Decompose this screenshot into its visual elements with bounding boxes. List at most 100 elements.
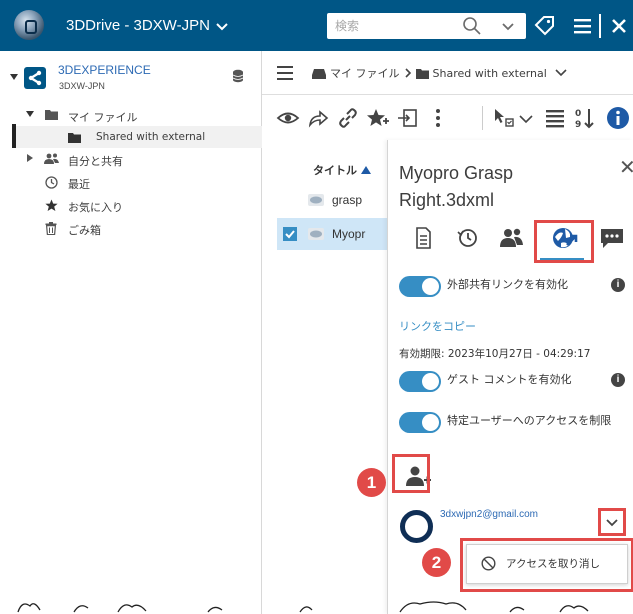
column-header-title[interactable]: タイトル <box>313 162 371 178</box>
caret-right-icon[interactable] <box>27 154 33 162</box>
action-toolbar: 09 <box>262 96 633 140</box>
sidebar: 3DEXPERIENCE 3DXW-JPN マイ ファイル Shared wit… <box>0 51 262 614</box>
file-row-selected[interactable]: Myopr <box>277 218 387 250</box>
tab-history-icon[interactable] <box>453 223 483 253</box>
panel-title: Myopro Grasp Right.3dxml <box>399 163 514 210</box>
sort-ascending-icon <box>361 166 371 174</box>
guest-comment-toggle-row: ゲスト コメントを有効化 i <box>399 371 625 392</box>
close-panel-icon[interactable]: ✕ <box>619 155 633 180</box>
platform-subtitle: 3DXW-JPN <box>59 81 105 91</box>
favorite-add-icon[interactable] <box>366 106 390 130</box>
tree-item-shared-with-me[interactable]: 自分と共有 <box>0 149 262 171</box>
row-checkbox[interactable] <box>283 227 297 241</box>
tree-item-favorites[interactable]: お気に入り <box>0 195 262 217</box>
tree-item-label: 自分と共有 <box>68 155 123 168</box>
external-link-toggle-row: 外部共有リンクを有効化 i <box>399 276 625 297</box>
chevron-down-icon[interactable] <box>555 69 567 77</box>
divider <box>599 14 601 38</box>
caret-down-icon[interactable] <box>26 111 34 117</box>
tree-item-label: Shared with external <box>96 131 206 143</box>
clock-icon <box>45 176 58 189</box>
search-icon[interactable] <box>462 16 482 36</box>
search-scope-chevron-icon[interactable] <box>497 16 519 36</box>
search-input[interactable] <box>335 14 453 38</box>
folder-icon <box>68 133 81 143</box>
tab-members-icon[interactable] <box>496 223 526 253</box>
tree-item-trash[interactable]: ごみ箱 <box>0 218 262 240</box>
tree-item-label: 最近 <box>68 178 90 191</box>
breadcrumb-bar: マイ ファイル Shared with external <box>262 51 633 95</box>
highlight-box <box>598 508 626 536</box>
file-name: Myopr <box>332 227 366 241</box>
user-email: 3dxwjpn2@gmail.com <box>440 509 538 520</box>
highlight-box <box>534 220 594 263</box>
toolbar-divider <box>482 106 483 130</box>
share-arrow-icon[interactable] <box>306 106 330 130</box>
hamburger-icon[interactable] <box>277 66 293 80</box>
select-mode-icon[interactable] <box>492 106 516 130</box>
tree-item-label: お気に入り <box>68 201 123 214</box>
selection-indicator <box>12 124 16 148</box>
external-link-toggle[interactable] <box>399 276 441 297</box>
platform-header[interactable]: 3DEXPERIENCE 3DXW-JPN <box>0 51 262 97</box>
tag-icon[interactable] <box>532 13 558 39</box>
svg-text:0: 0 <box>575 109 581 119</box>
folder-icon <box>415 68 429 79</box>
tree-item-shared-with-external[interactable]: Shared with external <box>16 126 262 148</box>
platform-share-icon <box>24 67 46 89</box>
external-link-label: 外部共有リンクを有効化 <box>447 278 568 291</box>
more-vertical-icon[interactable] <box>426 106 450 130</box>
breadcrumb-root[interactable]: マイ ファイル <box>330 65 400 81</box>
guest-comment-label: ゲスト コメントを有効化 <box>447 373 572 386</box>
avatar <box>400 510 433 543</box>
caret-down-icon[interactable] <box>10 74 18 80</box>
star-icon <box>45 199 58 211</box>
close-icon[interactable] <box>606 13 632 39</box>
platform-title: 3DEXPERIENCE <box>58 63 151 77</box>
tree-item-label: ごみ箱 <box>68 224 101 237</box>
eye-icon[interactable] <box>276 106 300 130</box>
info-icon[interactable] <box>606 106 630 130</box>
step-badge-2: 2 <box>422 548 451 577</box>
list-menu-icon[interactable] <box>570 13 596 39</box>
list-view-icon[interactable] <box>543 106 567 130</box>
users-icon <box>44 153 59 164</box>
tree-item-recent[interactable]: 最近 <box>0 172 262 194</box>
step-badge-1: 1 <box>357 468 386 497</box>
link-icon[interactable] <box>336 106 360 130</box>
restrict-access-toggle[interactable] <box>399 412 441 433</box>
breadcrumb-current[interactable]: Shared with external <box>433 67 547 80</box>
move-to-icon[interactable] <box>396 106 420 130</box>
expiry-text: 有効期限: 2023年10月27日 - 04:29:17 <box>399 348 591 360</box>
chevron-down-icon[interactable] <box>514 106 538 130</box>
highlight-box <box>460 538 633 592</box>
tab-comments-icon[interactable] <box>597 223 627 253</box>
tree-item-my-files[interactable]: マイ ファイル <box>0 105 262 127</box>
guest-comment-toggle[interactable] <box>399 371 441 392</box>
file-name: grasp <box>332 193 363 207</box>
column-title-label: タイトル <box>313 164 357 177</box>
sort-icon[interactable]: 09 <box>573 106 597 130</box>
info-icon[interactable]: i <box>611 373 625 387</box>
compass-logo-icon[interactable] <box>14 10 44 40</box>
restrict-access-toggle-row: 特定ユーザーへのアクセスを制限 <box>399 412 625 433</box>
cropped-text-decoration <box>17 601 589 613</box>
restrict-access-label: 特定ユーザーへのアクセスを制限 <box>447 414 612 427</box>
app-title: 3DDrive - 3DXW-JPN <box>66 17 210 34</box>
3dxml-file-icon <box>308 194 324 206</box>
highlight-box <box>392 454 430 493</box>
details-panel: Myopro Grasp Right.3dxml ✕ 外部共有リンクを有効化 i… <box>357 140 633 614</box>
info-icon[interactable]: i <box>611 278 625 292</box>
breadcrumb: マイ ファイル Shared with external <box>312 65 567 81</box>
drive-icon <box>312 68 326 79</box>
tab-document-icon[interactable] <box>408 223 438 253</box>
file-row[interactable]: grasp <box>277 184 387 216</box>
3dxml-file-icon <box>308 228 324 240</box>
top-bar: 3DDrive - 3DXW-JPN <box>0 0 633 51</box>
database-icon[interactable] <box>232 69 244 83</box>
tree-item-label: マイ ファイル <box>68 111 138 124</box>
app-title-menu[interactable]: 3DDrive - 3DXW-JPN <box>66 0 228 51</box>
copy-link[interactable]: リンクをコピー <box>399 318 476 334</box>
svg-text:9: 9 <box>575 120 581 130</box>
search-box <box>327 13 526 39</box>
